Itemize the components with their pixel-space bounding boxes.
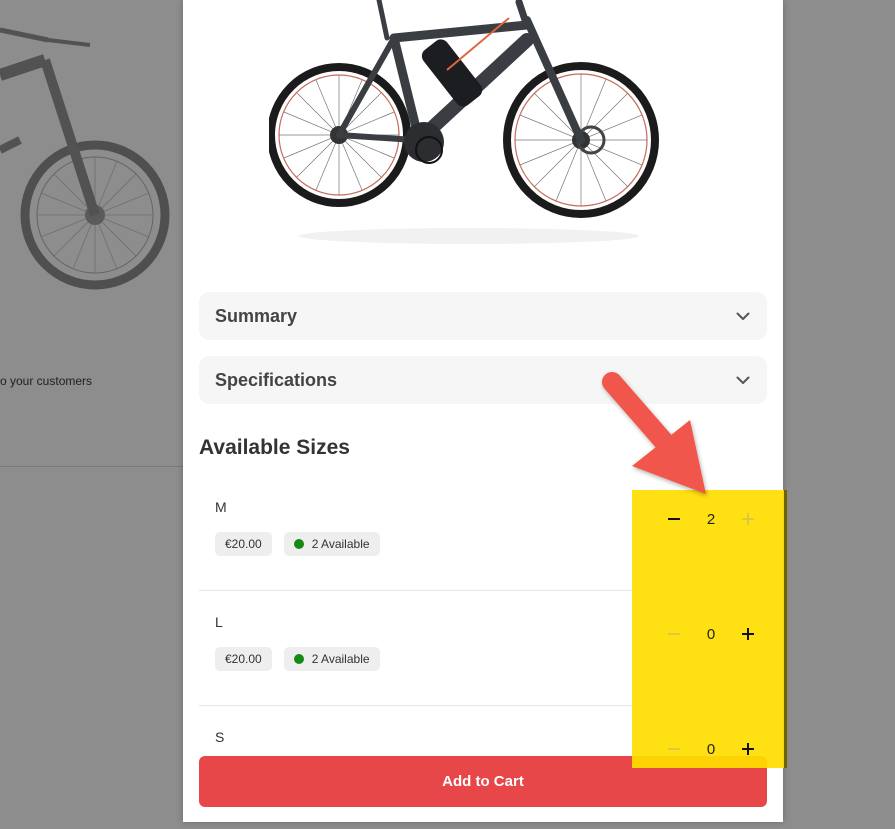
- size-badges: €20.00 2 Available: [215, 647, 380, 671]
- decrement-button[interactable]: [661, 621, 687, 647]
- plus-icon: [742, 628, 754, 640]
- decrement-button[interactable]: [661, 736, 687, 762]
- product-image: [269, 0, 659, 244]
- minus-icon: [668, 518, 680, 520]
- quantity-stepper-l[interactable]: 0: [661, 621, 761, 647]
- availability-badge: 2 Available: [283, 532, 380, 556]
- status-dot-icon: [293, 654, 304, 664]
- summary-accordion[interactable]: Summary: [199, 292, 767, 340]
- minus-icon: [668, 748, 680, 750]
- background-bike-image: [0, 27, 170, 290]
- chevron-down-icon: [735, 372, 751, 388]
- size-badges: €20.00 2 Available: [215, 532, 380, 556]
- summary-accordion-title: Summary: [215, 305, 298, 326]
- chevron-down-icon: [735, 308, 751, 324]
- availability-text: 2 Available: [311, 652, 370, 666]
- increment-button[interactable]: [735, 506, 761, 532]
- quantity-stepper-s[interactable]: 0: [661, 736, 761, 762]
- background-description-text: o your customers: [0, 374, 93, 388]
- background-divider: [0, 466, 183, 467]
- status-dot-icon: [293, 539, 304, 549]
- price-badge: €20.00: [215, 647, 272, 671]
- size-label: L: [215, 614, 223, 630]
- specifications-accordion-title: Specifications: [215, 369, 338, 390]
- quantity-value: 0: [706, 740, 716, 758]
- plus-icon: [742, 743, 754, 755]
- plus-icon: [742, 513, 754, 525]
- minus-icon: [668, 633, 680, 635]
- size-label: S: [215, 729, 225, 745]
- arrow-annotation-icon: [602, 372, 706, 494]
- price-badge: €20.00: [215, 532, 272, 556]
- availability-badge: 2 Available: [283, 647, 380, 671]
- increment-button[interactable]: [735, 621, 761, 647]
- size-label: M: [215, 499, 227, 515]
- available-sizes-heading: Available Sizes: [199, 436, 350, 459]
- quantity-value: 2: [706, 510, 716, 528]
- increment-button[interactable]: [735, 736, 761, 762]
- quantity-value: 0: [706, 625, 716, 643]
- availability-text: 2 Available: [311, 537, 370, 551]
